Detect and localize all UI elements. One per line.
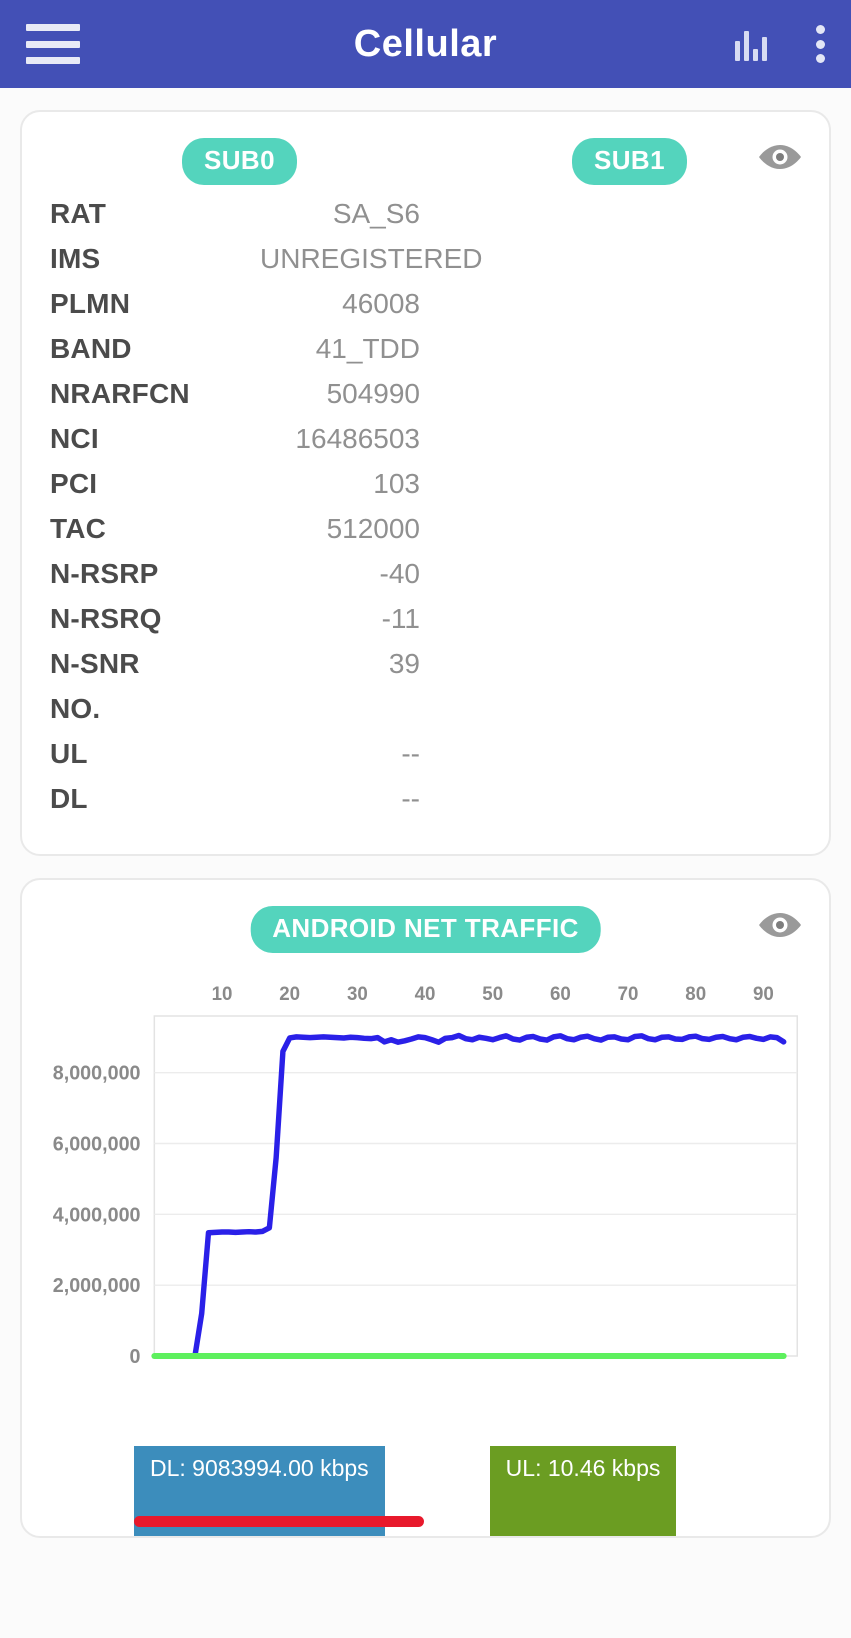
- x-axis-tick-label: 30: [347, 983, 368, 1004]
- table-row: PCI 103: [50, 468, 801, 513]
- row-value-sub0: 103: [373, 468, 420, 499]
- traffic-title-badge[interactable]: ANDROID NET TRAFFIC: [250, 906, 601, 953]
- table-row: N-SNR 39: [50, 648, 801, 693]
- y-axis-tick-label: 2,000,000: [53, 1275, 141, 1297]
- legend-ul-badge[interactable]: UL: 10.46 kbps: [489, 1446, 677, 1536]
- eye-icon[interactable]: [757, 910, 803, 940]
- row-value-sub0: 512000: [326, 513, 420, 544]
- row-value-sub0: 41_TDD: [315, 333, 420, 364]
- sub1-badge[interactable]: SUB1: [572, 138, 687, 185]
- x-axis-tick-label: 70: [618, 983, 639, 1004]
- x-axis-tick-label: 60: [550, 983, 571, 1004]
- table-row: N-RSRP -40: [50, 558, 801, 603]
- row-label: NCI: [50, 423, 99, 454]
- plot-area: [153, 1015, 798, 1357]
- row-label: N-RSRP: [50, 558, 159, 589]
- table-row: PLMN 46008: [50, 288, 801, 333]
- x-axis-tick-label: 10: [212, 983, 233, 1004]
- chart-legend: DL: 9083994.00 kbps UL: 10.46 kbps: [22, 1416, 829, 1536]
- eye-icon[interactable]: [757, 142, 803, 172]
- android-net-traffic-card: ANDROID NET TRAFFIC 0 2,000,000 4,000,000 6…: [20, 878, 831, 1538]
- row-label: UL: [50, 738, 88, 769]
- row-label: DL: [50, 783, 88, 814]
- row-value-sub0: SA_S6: [332, 198, 420, 229]
- row-value-sub0: UNREGISTERED: [260, 243, 483, 274]
- app-screen: Cellular SUB0 SUB1 RAT SA_S6 IMS UNREGIS…: [0, 0, 851, 1638]
- dl-highlight-underline: [134, 1516, 424, 1527]
- traffic-line-chart[interactable]: 0 2,000,000 4,000,000 6,000,000 8,000,000 10 2…: [36, 966, 815, 1416]
- y-axis-tick-label: 6,000,000: [53, 1133, 141, 1155]
- traffic-card-header: ANDROID NET TRAFFIC: [22, 880, 829, 966]
- app-bar-actions: [735, 25, 825, 63]
- cellular-info-rows: RAT SA_S6 IMS UNREGISTERED PLMN 46008 BA…: [22, 198, 829, 854]
- row-value-sub0: 504990: [326, 378, 420, 409]
- page-title: Cellular: [353, 22, 498, 65]
- x-axis-tick-label: 40: [415, 983, 436, 1004]
- row-value-sub0: 39: [388, 648, 420, 679]
- y-axis-tick-label: 4,000,000: [53, 1204, 141, 1226]
- app-bar: Cellular: [0, 0, 851, 88]
- table-row: RAT SA_S6: [50, 198, 801, 243]
- hamburger-menu-icon[interactable]: [26, 24, 80, 64]
- bar-chart-icon[interactable]: [735, 27, 771, 61]
- x-axis-tick-label: 90: [753, 983, 774, 1004]
- table-row: N-RSRQ -11: [50, 603, 801, 648]
- row-value-sub0: --: [401, 783, 420, 814]
- chart-canvas: 0 2,000,000 4,000,000 6,000,000 8,000,000 10 2…: [53, 983, 798, 1368]
- sub0-badge[interactable]: SUB0: [182, 138, 297, 185]
- kebab-menu-icon[interactable]: [815, 25, 825, 63]
- row-label: N-SNR: [50, 648, 140, 679]
- row-label: PCI: [50, 468, 98, 499]
- table-row: NRARFCN 504990: [50, 378, 801, 423]
- table-row: BAND 41_TDD: [50, 333, 801, 378]
- cellular-info-header: SUB0 SUB1: [22, 112, 829, 198]
- table-row: NO.: [50, 693, 801, 738]
- row-label: TAC: [50, 513, 107, 544]
- row-value-sub0: --: [401, 738, 420, 769]
- row-label: NO.: [50, 693, 101, 724]
- table-row: NCI 16486503: [50, 423, 801, 468]
- table-row: DL --: [50, 783, 801, 828]
- traffic-chart-container: 0 2,000,000 4,000,000 6,000,000 8,000,000 10 2…: [22, 966, 829, 1416]
- y-axis-tick-label: 8,000,000: [53, 1063, 141, 1085]
- row-label: NRARFCN: [50, 378, 190, 409]
- x-axis-tick-label: 50: [482, 983, 503, 1004]
- row-label: BAND: [50, 333, 132, 364]
- x-axis-tick-label: 20: [279, 983, 300, 1004]
- table-row: UL --: [50, 738, 801, 783]
- row-label: RAT: [50, 198, 107, 229]
- row-label: N-RSRQ: [50, 603, 162, 634]
- row-value-sub0: -11: [381, 603, 420, 634]
- row-value-sub0: 46008: [342, 288, 420, 319]
- table-row: IMS UNREGISTERED: [50, 243, 801, 288]
- row-label: IMS: [50, 243, 101, 274]
- x-axis-tick-label: 80: [685, 983, 706, 1004]
- row-value-sub0: 16486503: [295, 423, 420, 454]
- y-axis-tick-label: 0: [130, 1346, 141, 1368]
- table-row: TAC 512000: [50, 513, 801, 558]
- row-label: PLMN: [50, 288, 131, 319]
- row-value-sub0: -40: [379, 558, 420, 589]
- cellular-info-card: SUB0 SUB1 RAT SA_S6 IMS UNREGISTERED PLM…: [20, 110, 831, 856]
